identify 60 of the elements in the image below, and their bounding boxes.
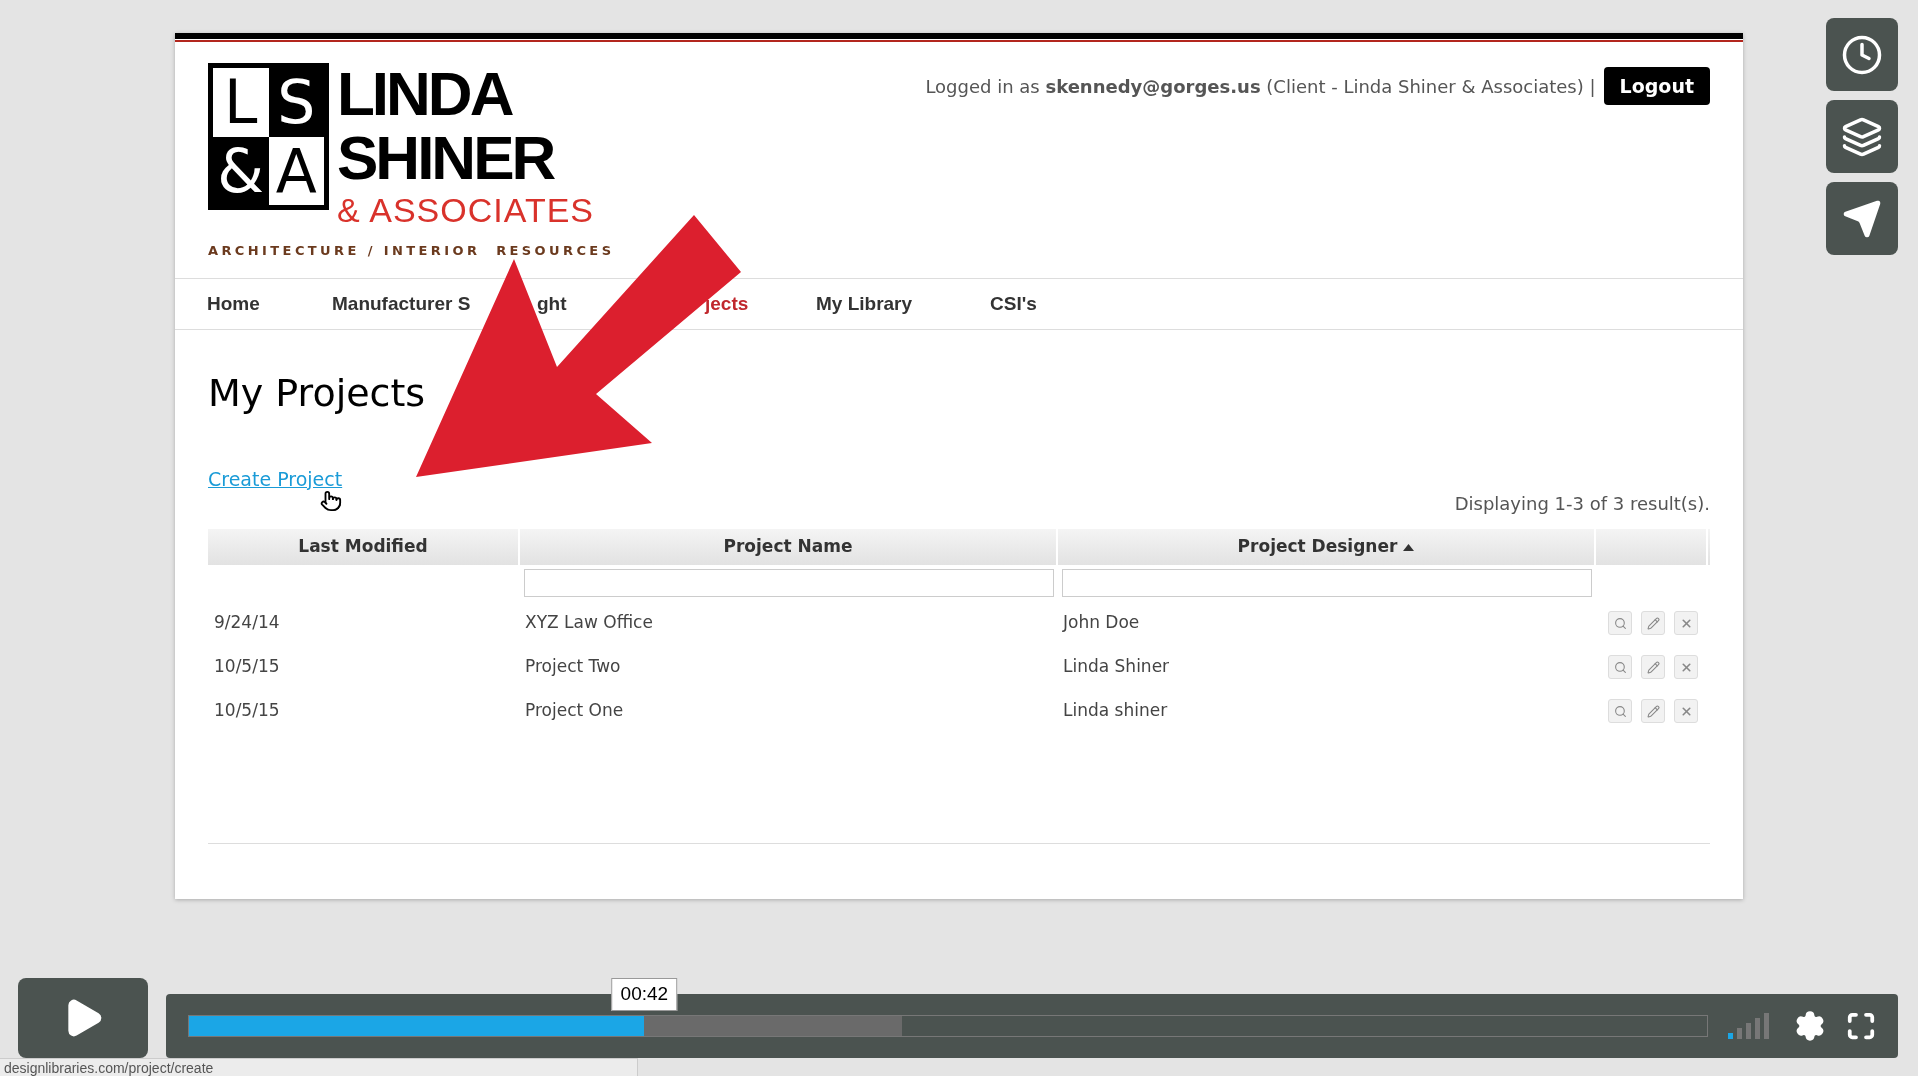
nav-link[interactable]: Manufacturer S <box>332 289 471 319</box>
paper-plane-icon <box>1842 198 1882 239</box>
logo-wordmark: & ASSOCIATES <box>337 193 594 227</box>
results-summary: Displaying 1-3 of 3 result(s). <box>1454 492 1710 516</box>
login-info: Logged in as skennedy@gorges.us (Client - Linda Shiner & Associates) | <box>925 74 1596 99</box>
table-cell-text: Project Two <box>524 655 622 679</box>
layers-button[interactable] <box>1826 100 1898 173</box>
edit-button[interactable] <box>1641 699 1665 723</box>
clock-icon <box>1841 33 1883 76</box>
table-cell-text: 9/24/14 <box>213 611 281 635</box>
table-cell-text: John Doe <box>1061 611 1141 635</box>
history-button[interactable] <box>1826 18 1898 91</box>
table-cell-text: 10/5/15 <box>213 699 281 723</box>
logo-letter: L <box>213 68 269 137</box>
table-cell-text: Project One <box>524 699 625 723</box>
edit-button[interactable] <box>1641 611 1665 635</box>
pencil-icon <box>1646 616 1660 630</box>
pencil-icon <box>1646 704 1660 718</box>
table-cell-text: Linda Shiner <box>1062 655 1171 679</box>
status-url: designlibraries.com/project/create <box>0 1058 638 1076</box>
nav-link[interactable]: jects <box>705 289 749 319</box>
view-button[interactable] <box>1608 655 1632 679</box>
nav-link[interactable]: CSI's <box>990 289 1037 319</box>
column-header[interactable]: Last Modified <box>208 529 520 565</box>
logo-wordmark: SHINER <box>337 127 555 189</box>
search-icon <box>1613 616 1627 630</box>
column-header[interactable]: Project Name <box>520 529 1058 565</box>
share-button[interactable] <box>1826 182 1898 255</box>
logo-wordmark: LINDA <box>337 63 513 125</box>
close-icon <box>1679 660 1693 674</box>
time-tooltip: 00:42 <box>611 978 678 1011</box>
logo-letter: A <box>268 136 324 205</box>
pencil-icon <box>1646 660 1660 674</box>
filter-field[interactable] <box>524 569 1054 597</box>
fullscreen-icon[interactable] <box>1846 1011 1876 1041</box>
view-button[interactable] <box>1608 699 1632 723</box>
page-title: My Projects <box>208 374 427 412</box>
delete-button[interactable] <box>1674 611 1698 635</box>
table-cell-text: Linda shiner <box>1062 699 1169 723</box>
nav-link[interactable]: My Library <box>816 289 913 319</box>
filter-field[interactable] <box>1062 569 1592 597</box>
nav-link[interactable]: ght <box>537 289 567 319</box>
table-cell-text: XYZ Law Office <box>524 611 654 635</box>
column-header[interactable]: Project Designer <box>1058 529 1596 565</box>
search-icon <box>1613 660 1627 674</box>
layers-icon <box>1841 115 1883 158</box>
logo-tagline: ARCHITECTURE / INTERIOR RESOURCES <box>208 242 615 260</box>
delete-button[interactable] <box>1674 699 1698 723</box>
table-cell-text: 10/5/15 <box>213 655 281 679</box>
delete-button[interactable] <box>1674 655 1698 679</box>
close-icon <box>1679 704 1693 718</box>
hand-cursor-icon <box>320 490 343 512</box>
logout-button[interactable]: Logout <box>1603 67 1710 105</box>
edit-button[interactable] <box>1641 655 1665 679</box>
close-icon <box>1679 616 1693 630</box>
settings-icon[interactable] <box>1794 1010 1826 1042</box>
play-button[interactable] <box>18 978 148 1058</box>
view-button[interactable] <box>1608 611 1632 635</box>
nav-link[interactable]: Home <box>207 289 260 319</box>
search-icon <box>1613 704 1627 718</box>
